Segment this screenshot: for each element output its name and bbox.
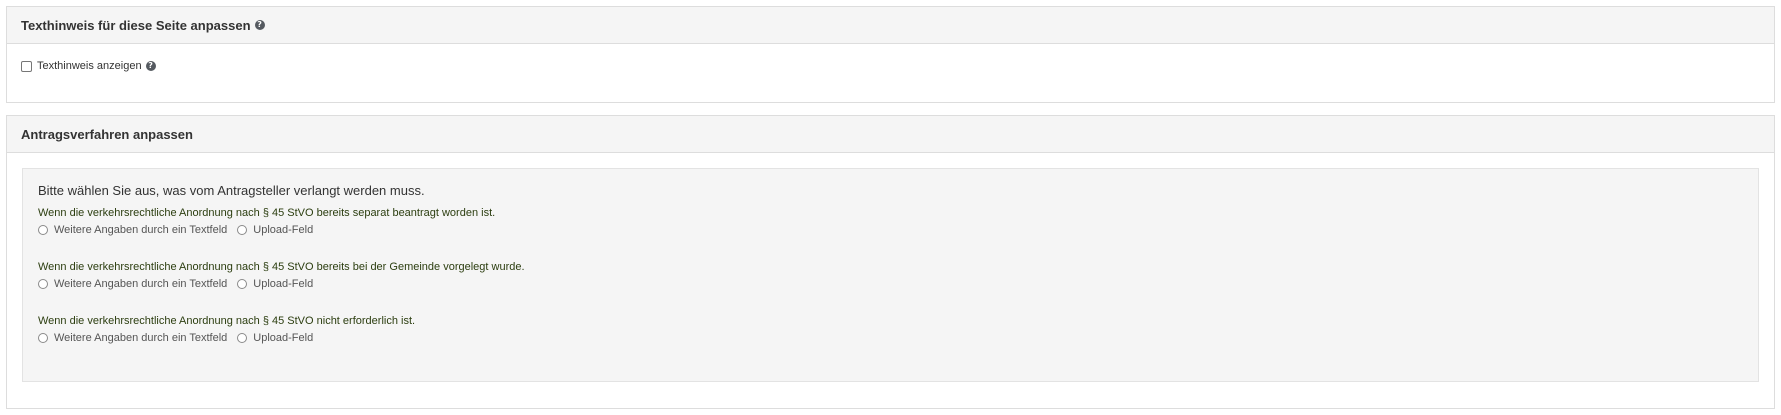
radio-textfield-option[interactable]: Weitere Angaben durch ein Textfeld: [38, 332, 227, 344]
radio-label[interactable]: Upload-Feld: [253, 278, 313, 290]
radio-label[interactable]: Weitere Angaben durch ein Textfeld: [54, 278, 227, 290]
radio-label[interactable]: Weitere Angaben durch ein Textfeld: [54, 332, 227, 344]
procedure-instruction: Bitte wählen Sie aus, was vom Antragstel…: [38, 183, 425, 198]
radio-button[interactable]: [38, 279, 48, 289]
radio-upload-option[interactable]: Upload-Feld: [237, 278, 313, 290]
question-label: Wenn die verkehrsrechtliche Anordnung na…: [38, 207, 496, 219]
question-circle-icon[interactable]: ?: [254, 20, 265, 30]
radio-label[interactable]: Upload-Feld: [253, 332, 313, 344]
radio-button[interactable]: [237, 279, 248, 289]
question-options: Weitere Angaben durch ein Textfeld Uploa…: [38, 278, 1743, 290]
radio-textfield-option[interactable]: Weitere Angaben durch ein Textfeld: [38, 224, 227, 236]
text-hint-panel-title: Texthinweis für diese Seite anpassen: [21, 17, 251, 33]
application-procedure-panel-heading: Antragsverfahren anpassen: [7, 116, 1774, 153]
question-label: Wenn die verkehrsrechtliche Anordnung na…: [38, 315, 416, 327]
radio-button[interactable]: [38, 225, 48, 235]
radio-label[interactable]: Weitere Angaben durch ein Textfeld: [54, 224, 227, 236]
question-group: Wenn die verkehrsrechtliche Anordnung na…: [38, 207, 1743, 236]
radio-upload-option[interactable]: Upload-Feld: [237, 332, 313, 344]
radio-textfield-option[interactable]: Weitere Angaben durch ein Textfeld: [38, 278, 227, 290]
procedure-options-well: Bitte wählen Sie aus, was vom Antragstel…: [22, 168, 1759, 382]
show-text-hint-checkbox[interactable]: [21, 60, 32, 72]
radio-button[interactable]: [38, 333, 48, 343]
question-options: Weitere Angaben durch ein Textfeld Uploa…: [38, 224, 1743, 236]
question-group: Wenn die verkehrsrechtliche Anordnung na…: [38, 261, 1743, 290]
application-procedure-panel-title: Antragsverfahren anpassen: [21, 126, 193, 142]
application-procedure-panel: Antragsverfahren anpassen Bitte wählen S…: [6, 115, 1775, 409]
question-circle-icon[interactable]: ?: [145, 61, 156, 71]
radio-upload-option[interactable]: Upload-Feld: [237, 224, 313, 236]
text-hint-panel-heading: Texthinweis für diese Seite anpassen ?: [7, 7, 1774, 44]
question-group: Wenn die verkehrsrechtliche Anordnung na…: [38, 315, 1743, 344]
radio-label[interactable]: Upload-Feld: [253, 224, 313, 236]
radio-button[interactable]: [237, 333, 248, 343]
radio-button[interactable]: [237, 225, 248, 235]
show-text-hint-label[interactable]: Texthinweis anzeigen: [37, 60, 142, 72]
question-label: Wenn die verkehrsrechtliche Anordnung na…: [38, 261, 525, 273]
text-hint-panel: Texthinweis für diese Seite anpassen ? T…: [6, 6, 1775, 103]
question-options: Weitere Angaben durch ein Textfeld Uploa…: [38, 332, 1743, 344]
show-text-hint-row: Texthinweis anzeigen ?: [21, 60, 156, 72]
